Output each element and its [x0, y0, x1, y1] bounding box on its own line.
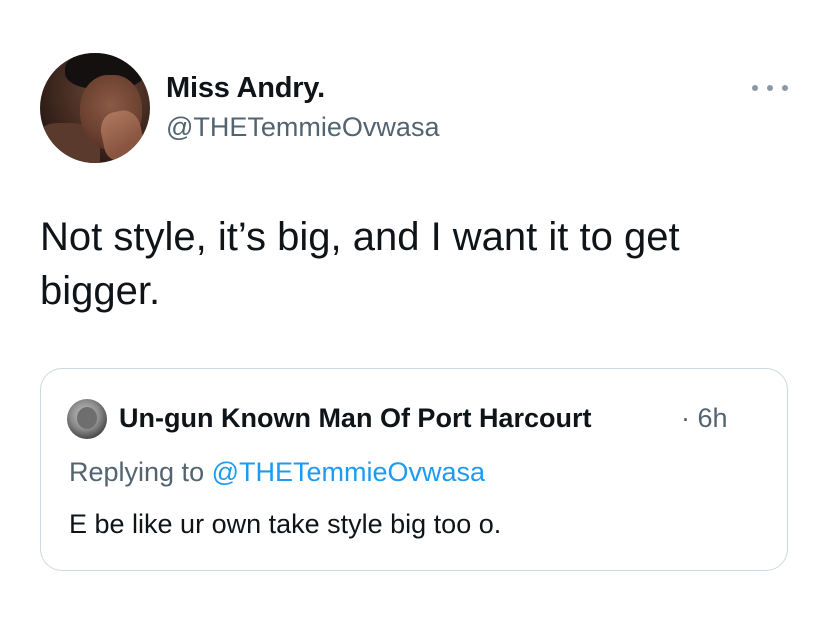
author-avatar[interactable]: [40, 53, 150, 163]
ellipsis-icon[interactable]: [752, 80, 788, 96]
dot: [782, 85, 788, 91]
replying-to-line: Replying to @THETemmieOvwasa: [69, 457, 485, 488]
author-handle[interactable]: @THETemmieOvwasa: [166, 112, 439, 143]
quoted-tweet-meta: · 6h: [681, 403, 728, 434]
quoted-tweet-card[interactable]: Un-gun Known Man Of Port Harcourt · 6h R…: [40, 368, 788, 571]
replying-to-label: Replying to: [69, 457, 205, 487]
quoted-tweet-time[interactable]: 6h: [698, 403, 728, 433]
tweet: Miss Andry. @THETemmieOvwasa Not style, …: [0, 0, 828, 623]
dot: [767, 85, 773, 91]
author-display-name[interactable]: Miss Andry.: [166, 72, 325, 105]
tweet-text: Not style, it’s big, and I want it to ge…: [40, 215, 680, 313]
quoted-author-name[interactable]: Un-gun Known Man Of Port Harcourt: [119, 403, 591, 434]
dot: [752, 85, 758, 91]
replying-to-mention[interactable]: @THETemmieOvwasa: [212, 457, 485, 487]
quoted-author-avatar[interactable]: [67, 399, 107, 439]
quoted-tweet-text: E be like ur own take style big too o.: [69, 509, 502, 539]
meta-separator: ·: [681, 403, 690, 433]
